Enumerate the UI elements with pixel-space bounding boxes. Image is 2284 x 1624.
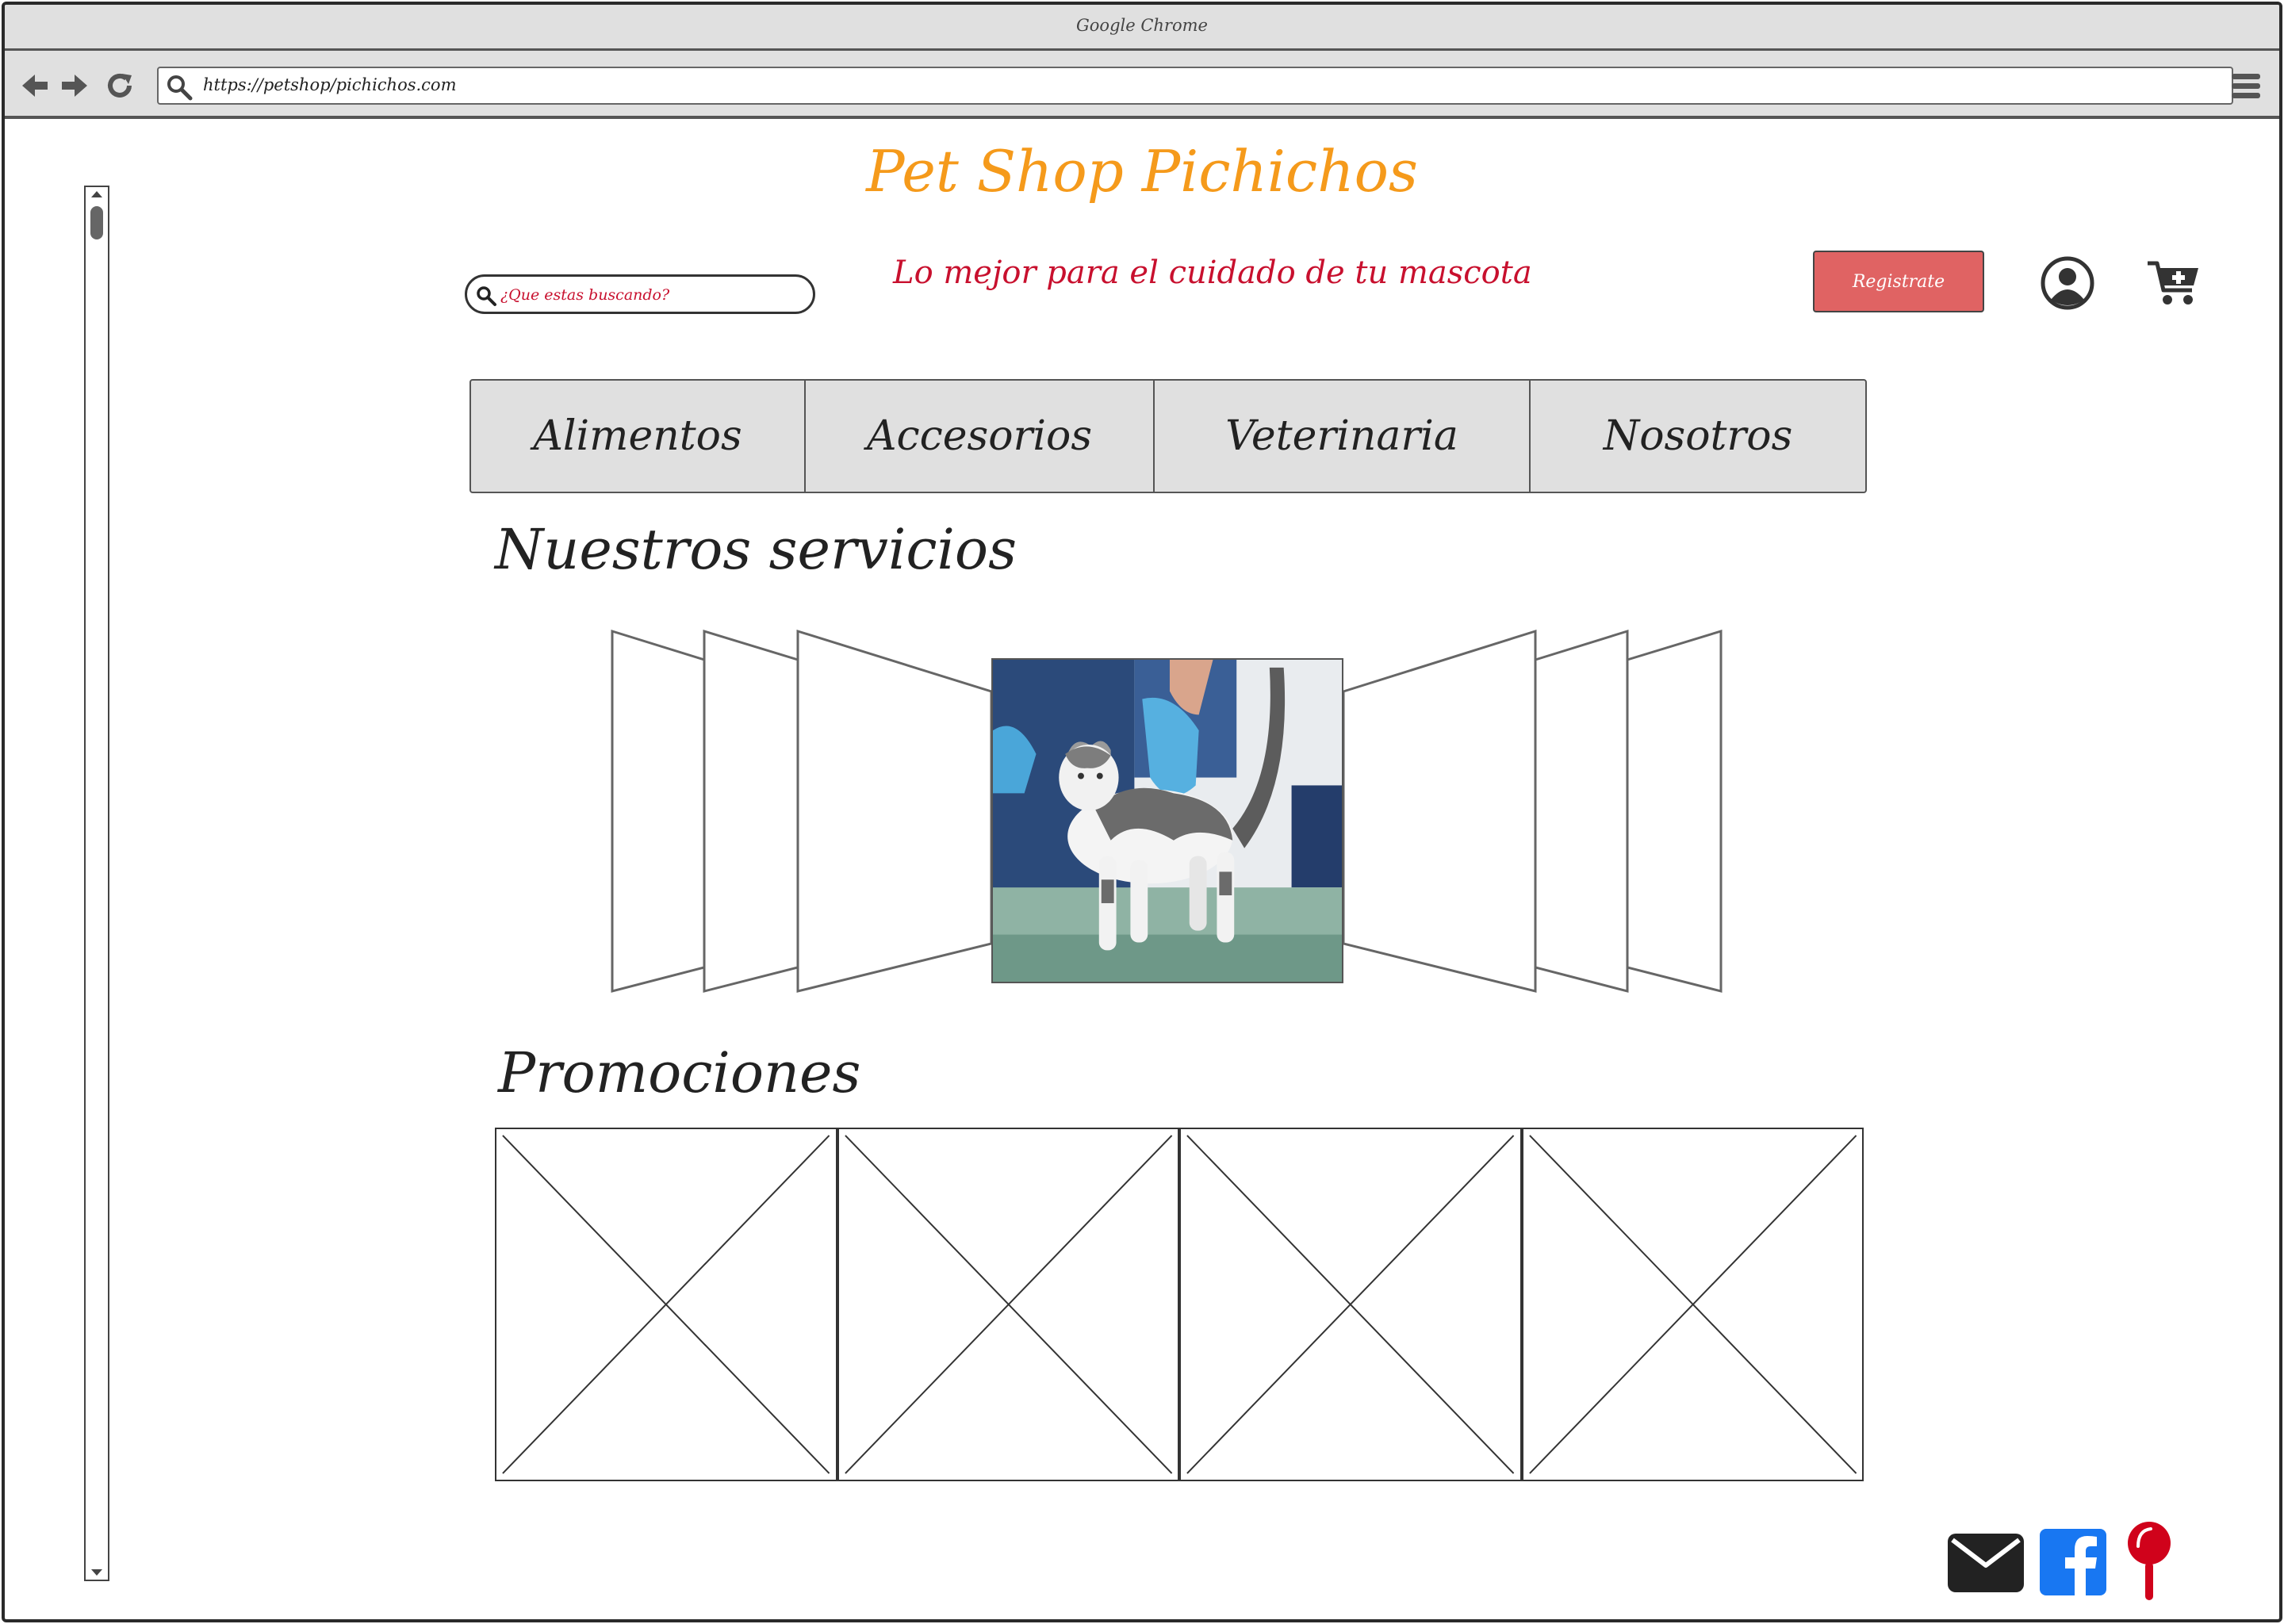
- tab-veterinaria[interactable]: Veterinaria: [1155, 381, 1531, 492]
- main-nav: Alimentos Accesorios Veterinaria Nosotro…: [469, 379, 1867, 493]
- tab-nosotros[interactable]: Nosotros: [1531, 381, 1865, 492]
- search-icon: [477, 286, 496, 306]
- user-account-icon[interactable]: [2040, 255, 2095, 311]
- site-title: Pet Shop Pichichos: [866, 138, 1418, 205]
- image-placeholder-icon: [1186, 1135, 1515, 1474]
- scroll-down-arrow-icon[interactable]: [86, 1564, 108, 1580]
- tab-alimentos[interactable]: Alimentos: [471, 381, 806, 492]
- browser-window: Google Chrome https://petshop/pichichos.…: [2, 2, 2282, 1622]
- services-carousel[interactable]: [607, 623, 1726, 996]
- carousel-panel-left-3[interactable]: [611, 629, 706, 993]
- promo-card[interactable]: [1179, 1128, 1522, 1481]
- search-icon: [167, 75, 193, 101]
- register-button[interactable]: Registrate: [1813, 251, 1984, 312]
- reload-button[interactable]: [103, 70, 138, 102]
- promo-card[interactable]: [1521, 1128, 1864, 1481]
- email-icon[interactable]: [1946, 1527, 2025, 1595]
- image-placeholder-icon: [1528, 1135, 1857, 1474]
- promos-heading: Promociones: [498, 1040, 861, 1105]
- shopping-cart-icon[interactable]: [2146, 257, 2202, 308]
- arrow-right-icon: [62, 75, 87, 97]
- reload-icon: [108, 73, 132, 98]
- forward-button[interactable]: [57, 70, 92, 102]
- location-pin-icon[interactable]: [2124, 1519, 2175, 1603]
- promo-card[interactable]: [495, 1128, 837, 1481]
- image-placeholder-icon: [844, 1135, 1172, 1474]
- carousel-panel-right-2[interactable]: [1534, 629, 1629, 993]
- scroll-thumb[interactable]: [90, 206, 103, 239]
- address-bar[interactable]: https://petshop/pichichos.com: [157, 67, 2233, 105]
- back-button[interactable]: [17, 70, 52, 102]
- hamburger-menu-icon[interactable]: [2228, 68, 2263, 103]
- tab-accesorios[interactable]: Accesorios: [806, 381, 1155, 492]
- search-input[interactable]: [500, 283, 802, 307]
- title-bar: Google Chrome: [5, 5, 2279, 51]
- image-placeholder-icon: [502, 1135, 830, 1474]
- carousel-panel-right-1[interactable]: [1342, 629, 1537, 993]
- browser-toolbar: https://petshop/pichichos.com: [5, 51, 2279, 119]
- carousel-panel-right-3[interactable]: [1626, 629, 1723, 993]
- featured-service-image[interactable]: [991, 658, 1343, 983]
- services-heading: Nuestros servicios: [495, 517, 1017, 582]
- carousel-panel-left-1[interactable]: [796, 629, 993, 993]
- carousel-panel-left-2[interactable]: [703, 629, 799, 993]
- window-title: Google Chrome: [1076, 16, 1208, 35]
- tagline: Lo mejor para el cuidado de tu mascota: [893, 255, 1532, 291]
- url-text: https://petshop/pichichos.com: [203, 75, 457, 94]
- promo-card[interactable]: [837, 1128, 1179, 1481]
- arrow-left-icon: [22, 75, 48, 97]
- promotions-grid: [495, 1128, 1864, 1481]
- cat-at-veterinarian-photo: [993, 660, 1342, 982]
- vertical-scrollbar[interactable]: [84, 186, 109, 1581]
- facebook-icon[interactable]: [2040, 1527, 2108, 1595]
- search-box[interactable]: [465, 274, 815, 314]
